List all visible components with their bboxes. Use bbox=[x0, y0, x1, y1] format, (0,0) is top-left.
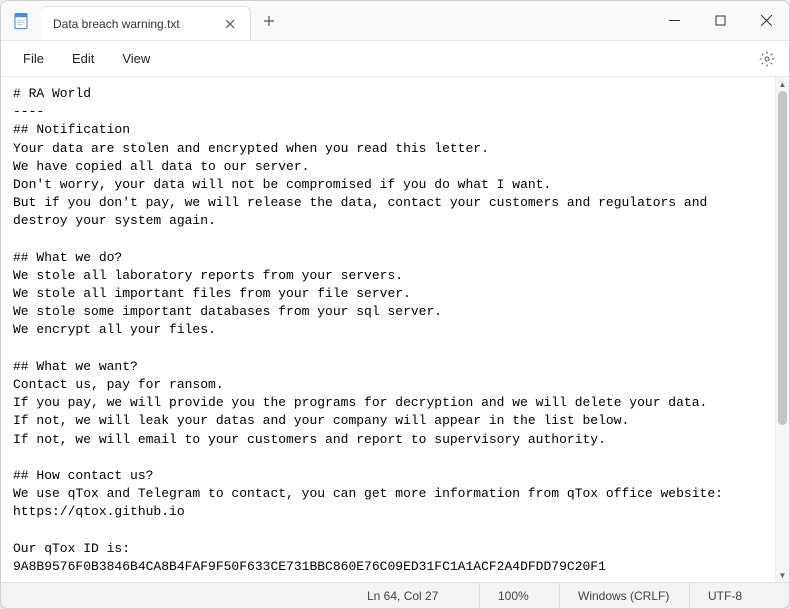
statusbar: Ln 64, Col 27 100% Windows (CRLF) UTF-8 bbox=[1, 582, 789, 608]
tab-title: Data breach warning.txt bbox=[53, 17, 180, 31]
app-icon bbox=[1, 1, 41, 40]
vertical-scrollbar[interactable]: ▲ ▼ bbox=[775, 77, 789, 582]
menubar: File Edit View bbox=[1, 41, 789, 77]
scroll-thumb[interactable] bbox=[778, 91, 787, 425]
minimize-button[interactable] bbox=[651, 1, 697, 40]
titlebar-drag-area[interactable] bbox=[287, 1, 651, 40]
scroll-track[interactable] bbox=[776, 91, 789, 568]
gear-icon bbox=[759, 51, 775, 67]
settings-button[interactable] bbox=[753, 45, 781, 73]
text-editor[interactable]: # RA World ---- ## Notification Your dat… bbox=[1, 77, 775, 582]
close-tab-button[interactable] bbox=[220, 14, 240, 34]
encoding: UTF-8 bbox=[689, 583, 789, 608]
file-menu[interactable]: File bbox=[9, 45, 58, 72]
close-icon bbox=[225, 19, 235, 29]
content-area: # RA World ---- ## Notification Your dat… bbox=[1, 77, 789, 582]
titlebar: Data breach warning.txt bbox=[1, 1, 789, 41]
view-menu[interactable]: View bbox=[108, 45, 164, 72]
close-window-button[interactable] bbox=[743, 1, 789, 40]
cursor-position: Ln 64, Col 27 bbox=[349, 583, 479, 608]
edit-menu[interactable]: Edit bbox=[58, 45, 108, 72]
line-ending: Windows (CRLF) bbox=[559, 583, 689, 608]
notepad-icon bbox=[12, 12, 30, 30]
notepad-window: Data breach warning.txt bbox=[0, 0, 790, 609]
file-tab[interactable]: Data breach warning.txt bbox=[41, 6, 251, 40]
maximize-icon bbox=[715, 15, 726, 26]
new-tab-button[interactable] bbox=[251, 1, 287, 40]
maximize-button[interactable] bbox=[697, 1, 743, 40]
close-icon bbox=[761, 15, 772, 26]
window-controls bbox=[651, 1, 789, 40]
zoom-level[interactable]: 100% bbox=[479, 583, 559, 608]
minimize-icon bbox=[669, 15, 680, 26]
scroll-up-arrow[interactable]: ▲ bbox=[776, 77, 789, 91]
plus-icon bbox=[263, 15, 275, 27]
scroll-down-arrow[interactable]: ▼ bbox=[776, 568, 789, 582]
